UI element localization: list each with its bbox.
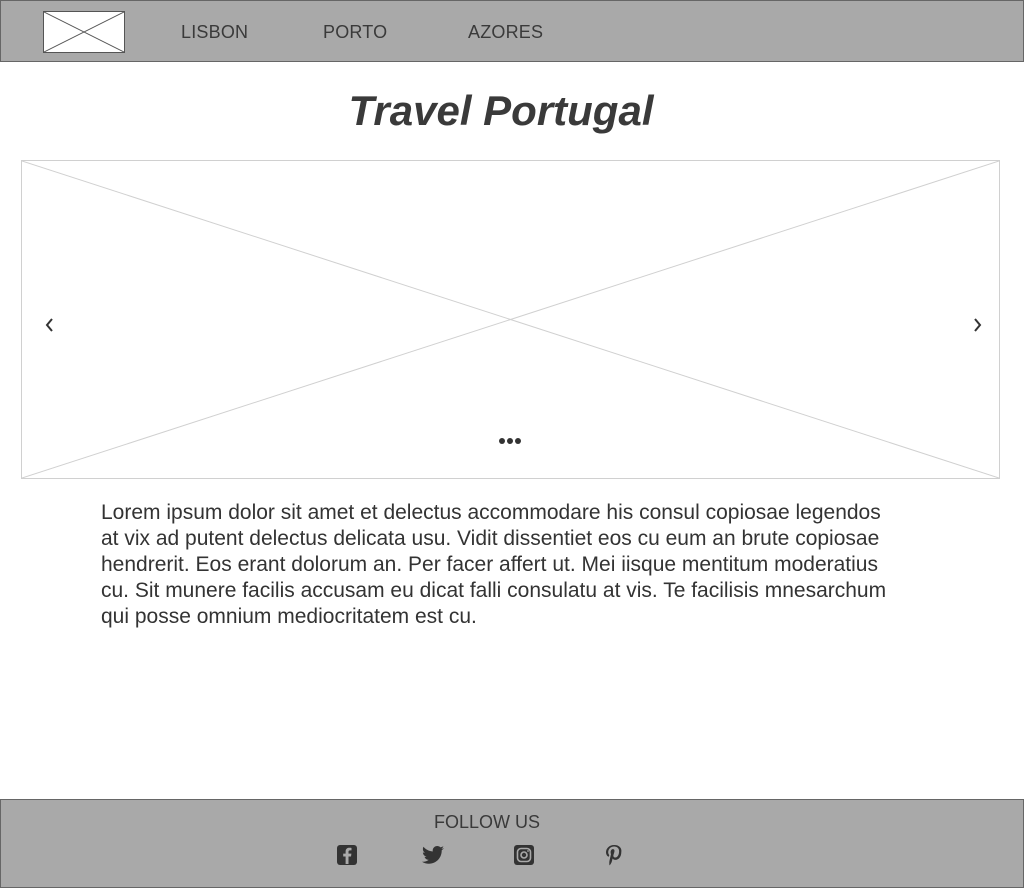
carousel-dot[interactable] [515,438,521,444]
facebook-icon[interactable] [335,843,359,867]
pinterest-icon[interactable] [602,843,626,867]
page: LISBON PORTO AZORES Travel Portugal Lore… [0,0,1025,889]
page-title: Travel Portugal [348,87,654,134]
image-placeholder-icon [44,12,124,52]
image-placeholder [22,161,999,478]
nav-link-azores[interactable]: AZORES [468,22,543,42]
footer: FOLLOW US [0,799,1024,888]
nav-link-porto[interactable]: PORTO [323,22,387,42]
image-carousel[interactable] [21,160,1000,479]
carousel-previous-button[interactable] [40,315,60,335]
carousel-dot[interactable] [507,438,513,444]
carousel-next-button[interactable] [967,315,987,335]
nav-link-lisbon[interactable]: LISBON [181,22,248,42]
top-navigation-bar: LISBON PORTO AZORES [0,0,1024,62]
body-paragraph: Lorem ipsum dolor sit amet et delectus a… [101,501,887,628]
follow-us-label: FOLLOW US [433,812,540,832]
instagram-icon[interactable] [512,843,536,867]
carousel-dot[interactable] [499,438,505,444]
carousel-indicator[interactable] [497,436,527,446]
twitter-icon[interactable] [421,843,445,867]
chevron-right-icon [974,318,982,332]
logo[interactable] [43,11,125,53]
chevron-left-icon [45,318,53,332]
